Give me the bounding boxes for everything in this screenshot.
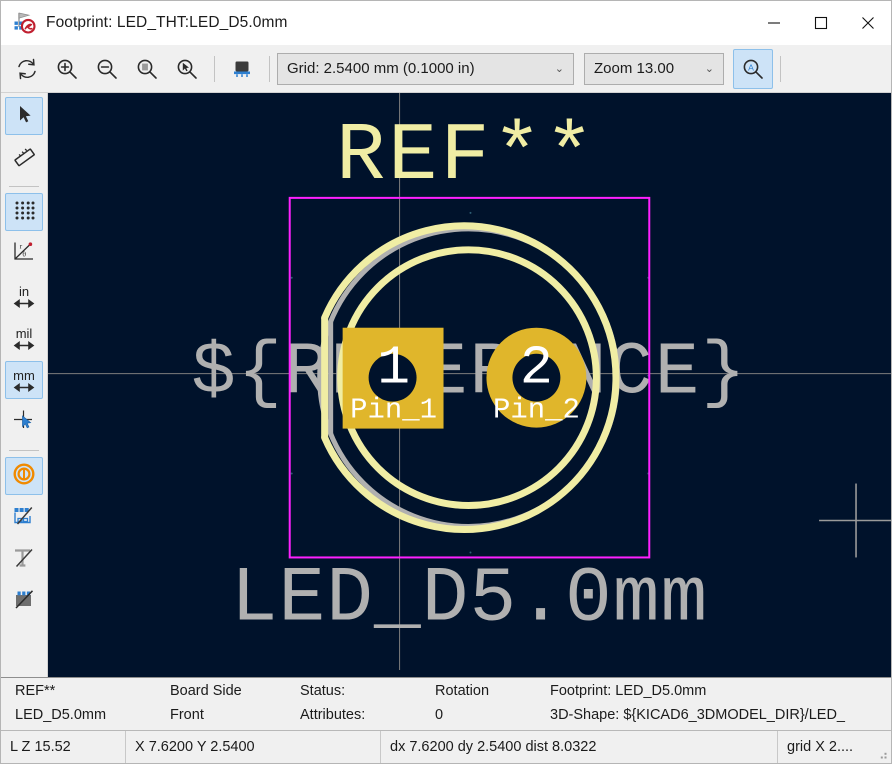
- grid-select[interactable]: Grid: 2.5400 mm (0.1000 in) ⌄: [277, 52, 574, 85]
- title-bar: Footprint: LED_THT:LED_D5.0mm: [1, 1, 891, 45]
- status-bar: L Z 15.52 X 7.6200 Y 2.5400 dx 7.6200 dy…: [1, 730, 891, 763]
- sidebar-separator: [9, 186, 39, 187]
- maximize-button[interactable]: [797, 1, 844, 44]
- 3d-viewer-button[interactable]: [222, 49, 262, 89]
- status-layer-zoom: L Z 15.52: [1, 731, 126, 763]
- units-inch-icon: in: [11, 285, 37, 308]
- info-status-label: Status:: [300, 683, 346, 700]
- info-rotation-label: Rotation: [435, 683, 490, 700]
- cursor-arrow-icon: [12, 102, 36, 131]
- sidebar-item-toggle-grid[interactable]: [5, 193, 43, 231]
- info-3d-shape: 3D-Shape: ${KICAD6_3DMODEL_DIR}/LED_: [550, 707, 845, 723]
- zoom-selection-button[interactable]: [167, 49, 207, 89]
- status-grid-info[interactable]: grid X 2....: [778, 731, 891, 763]
- svg-text:A: A: [748, 62, 754, 72]
- units-mm-icon: mm: [11, 369, 37, 392]
- sidebar-item-toggle-graphics-display[interactable]: [5, 499, 43, 537]
- silkscreen-reference-text: REF**: [336, 110, 597, 203]
- main-body: r θ in mil mm ${REFERENCE} LED_D5.0mm 1 …: [1, 93, 891, 677]
- toolbar-separator-3: [780, 55, 781, 82]
- main-toolbar: Grid: 2.5400 mm (0.1000 in) ⌄ Zoom 13.00…: [1, 45, 891, 93]
- auto-zoom-button[interactable]: A: [733, 48, 773, 89]
- footprint-viewer-window: Footprint: LED_THT:LED_D5.0mm Grid: 2.54…: [0, 0, 892, 764]
- zoom-out-button[interactable]: [87, 49, 127, 89]
- pad-1-number-label: 1: [377, 338, 410, 400]
- sidebar-item-units-millimeters[interactable]: mm: [5, 361, 43, 399]
- info-column-rotation: Rotation 0: [435, 678, 550, 730]
- sidebar-item-toggle-pad-display[interactable]: [5, 457, 43, 495]
- sidebar-item-units-inches[interactable]: in: [5, 277, 43, 315]
- status-relative-coords: dx 7.6200 dy 2.5400 dist 8.0322: [381, 731, 778, 763]
- ruler-icon: [11, 143, 37, 174]
- units-inches-label: in: [18, 283, 30, 299]
- sidebar-item-polar-coords[interactable]: r θ: [5, 235, 43, 273]
- footprint-info-panel: REF** LED_D5.0mm Board Side Front Status…: [1, 677, 891, 730]
- sidebar-item-toggle-text-display[interactable]: [5, 541, 43, 579]
- info-rotation-value: 0: [435, 707, 444, 723]
- chevron-down-icon: ⌄: [554, 63, 564, 75]
- info-footprint-name: Footprint: LED_D5.0mm: [550, 683, 707, 700]
- svg-text:θ: θ: [22, 249, 26, 258]
- window-controls: [750, 1, 891, 44]
- zoom-fit-button[interactable]: [127, 49, 167, 89]
- footprint-canvas[interactable]: ${REFERENCE} LED_D5.0mm 1 Pin_1 2 Pin_2 …: [48, 93, 891, 677]
- graphics-sketch-icon: [11, 503, 37, 534]
- info-column-identity: REF** LED_D5.0mm: [15, 678, 170, 730]
- footprint-editor-icon: [12, 10, 38, 36]
- info-board-side-label: Board Side: [170, 683, 242, 700]
- window-title: Footprint: LED_THT:LED_D5.0mm: [46, 13, 288, 31]
- status-absolute-coords: X 7.6200 Y 2.5400: [126, 731, 381, 763]
- toolbar-separator-2: [269, 55, 270, 82]
- minimize-button[interactable]: [750, 1, 797, 44]
- sidebar-separator-2: [9, 450, 39, 451]
- footprint-canvas-svg: ${REFERENCE} LED_D5.0mm 1 Pin_1 2 Pin_2 …: [48, 93, 891, 671]
- zoom-select[interactable]: Zoom 13.00 ⌄: [584, 52, 724, 85]
- refresh-button[interactable]: [7, 49, 47, 89]
- info-column-footprint: Footprint: LED_D5.0mm 3D-Shape: ${KICAD6…: [550, 678, 891, 730]
- left-toolbar: r θ in mil mm: [1, 93, 48, 677]
- toolbar-separator: [214, 55, 215, 82]
- pad-1-name-label: Pin_1: [350, 394, 437, 427]
- fab-reference-text: ${REFERENCE}: [191, 332, 747, 416]
- sidebar-item-toggle-footprint-display[interactable]: [5, 583, 43, 621]
- units-mm-label: mm: [13, 367, 35, 383]
- pad-sketch-icon: [11, 461, 37, 492]
- info-reference: REF**: [15, 683, 56, 700]
- units-mil-icon: mil: [11, 327, 37, 350]
- info-board-side-value: Front: [170, 707, 204, 723]
- cursor-crosshair-icon: [11, 407, 37, 438]
- info-column-board-side: Board Side Front: [170, 678, 300, 730]
- text-sketch-icon: [11, 545, 37, 576]
- info-attributes-label: Attributes:: [300, 707, 366, 723]
- pad-2-number-label: 2: [520, 338, 553, 400]
- zoom-in-button[interactable]: [47, 49, 87, 89]
- info-column-status: Status: Attributes:: [300, 678, 435, 730]
- resize-grip-icon[interactable]: [876, 748, 888, 760]
- pad-2-name-label: Pin_2: [493, 394, 580, 427]
- polar-coordinates-icon: r θ: [11, 239, 37, 270]
- info-value: LED_D5.0mm: [15, 707, 107, 723]
- sidebar-item-measure-tool[interactable]: [5, 139, 43, 177]
- close-button[interactable]: [844, 1, 891, 44]
- footprint-sketch-icon: [11, 587, 37, 618]
- chevron-down-icon-2: ⌄: [704, 63, 714, 75]
- sidebar-item-select-tool[interactable]: [5, 97, 43, 135]
- zoom-select-value: Zoom 13.00: [594, 60, 675, 77]
- sidebar-item-units-mils[interactable]: mil: [5, 319, 43, 357]
- sidebar-item-toggle-crosshair[interactable]: [5, 403, 43, 441]
- grid-select-value: Grid: 2.5400 mm (0.1000 in): [287, 60, 475, 77]
- units-mils-label: mil: [15, 325, 33, 341]
- fab-value-text: LED_D5.0mm: [231, 555, 708, 643]
- grid-dots-icon: [11, 197, 37, 228]
